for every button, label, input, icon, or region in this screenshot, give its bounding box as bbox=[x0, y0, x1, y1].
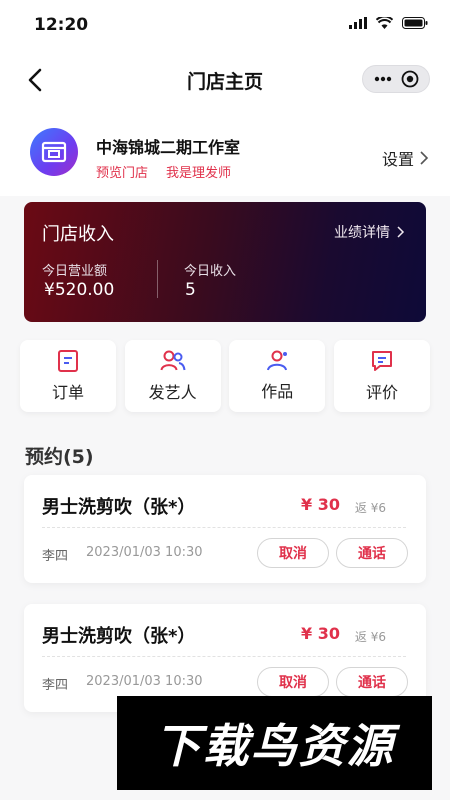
booking-service: 男士洗剪吹（张*） bbox=[42, 626, 196, 647]
today-income-value: 5 bbox=[185, 280, 196, 300]
close-miniapp-icon[interactable] bbox=[401, 70, 419, 88]
store-links: 预览门店 我是理发师 bbox=[96, 162, 231, 181]
booking-price: ¥ 30 bbox=[301, 495, 340, 514]
booking-service: 男士洗剪吹（张*） bbox=[42, 497, 196, 518]
signal-icon bbox=[349, 17, 367, 29]
store-icon bbox=[41, 141, 67, 163]
booking-customer: 李四 bbox=[42, 549, 69, 564]
today-income-label: 今日收入 bbox=[184, 264, 237, 279]
quick-label-works: 作品 bbox=[261, 382, 294, 401]
chevron-right-icon bbox=[397, 226, 405, 238]
chevron-right-icon bbox=[420, 151, 429, 165]
settings-label: 设置 bbox=[381, 150, 414, 169]
store-name: 中海锦城二期工作室 bbox=[96, 138, 241, 157]
booking-card[interactable]: 男士洗剪吹（张*） ¥ 30 返 ¥6 李四 2023/01/03 10:30 … bbox=[24, 475, 426, 583]
quick-label-stylists: 发艺人 bbox=[148, 383, 197, 402]
quick-label-reviews: 评价 bbox=[365, 383, 398, 402]
revenue-card: 门店收入 业绩详情 今日营业额 ¥520.00 今日收入 5 bbox=[24, 202, 426, 322]
quick-item-works[interactable]: 作品 bbox=[229, 340, 326, 412]
settings-button[interactable]: 设置 bbox=[382, 146, 430, 170]
review-icon bbox=[371, 351, 392, 371]
revenue-title: 门店收入 bbox=[42, 224, 114, 245]
watermark-text: 下载鸟资源 bbox=[154, 719, 395, 773]
call-button[interactable]: 通话 bbox=[336, 538, 408, 568]
today-turnover-value: ¥520.00 bbox=[44, 280, 115, 300]
status-bar: 12:20 bbox=[0, 0, 450, 50]
nav-bar: 门店主页 bbox=[0, 50, 450, 108]
order-icon bbox=[58, 350, 78, 372]
booking-rebate: 返 ¥6 bbox=[354, 630, 386, 644]
quick-item-reviews[interactable]: 评价 bbox=[333, 340, 430, 412]
bookings-title: 预约(5) bbox=[25, 446, 94, 468]
performance-detail-link[interactable]: 业绩详情 bbox=[334, 222, 406, 242]
revenue-divider bbox=[157, 260, 158, 298]
miniapp-capsule bbox=[362, 65, 430, 93]
quick-menu: 订单 发艺人 作品 评价 bbox=[20, 340, 430, 412]
store-logo bbox=[30, 128, 78, 176]
quick-item-orders[interactable]: 订单 bbox=[20, 340, 116, 412]
quick-item-stylists[interactable]: 发艺人 bbox=[124, 340, 221, 412]
booking-rebate: 返 ¥6 bbox=[354, 501, 386, 515]
booking-divider bbox=[42, 656, 406, 657]
watermark-banner: 下载鸟资源 bbox=[117, 696, 432, 790]
booking-customer: 李四 bbox=[42, 678, 69, 693]
call-button[interactable]: 通话 bbox=[336, 667, 408, 697]
booking-time: 2023/01/03 10:30 bbox=[86, 545, 203, 560]
stylist-icon bbox=[160, 350, 186, 371]
booking-price: ¥ 30 bbox=[301, 624, 340, 643]
booking-time: 2023/01/03 10:30 bbox=[86, 674, 203, 689]
status-icons bbox=[349, 17, 428, 29]
status-time: 12:20 bbox=[34, 15, 89, 35]
quick-label-orders: 订单 bbox=[51, 383, 84, 402]
more-icon[interactable] bbox=[374, 76, 392, 82]
i-am-barber-link[interactable]: 我是理发师 bbox=[166, 162, 231, 181]
preview-store-link[interactable]: 预览门店 bbox=[96, 162, 148, 181]
battery-icon bbox=[402, 17, 428, 29]
booking-divider bbox=[42, 527, 406, 528]
performance-detail-label: 业绩详情 bbox=[334, 225, 390, 241]
cancel-button[interactable]: 取消 bbox=[257, 667, 329, 697]
works-icon bbox=[267, 350, 288, 371]
store-header: 中海锦城二期工作室 预览门店 我是理发师 设置 bbox=[0, 108, 450, 196]
today-turnover-label: 今日营业额 bbox=[42, 264, 108, 279]
cancel-button[interactable]: 取消 bbox=[257, 538, 329, 568]
wifi-icon bbox=[376, 17, 393, 29]
